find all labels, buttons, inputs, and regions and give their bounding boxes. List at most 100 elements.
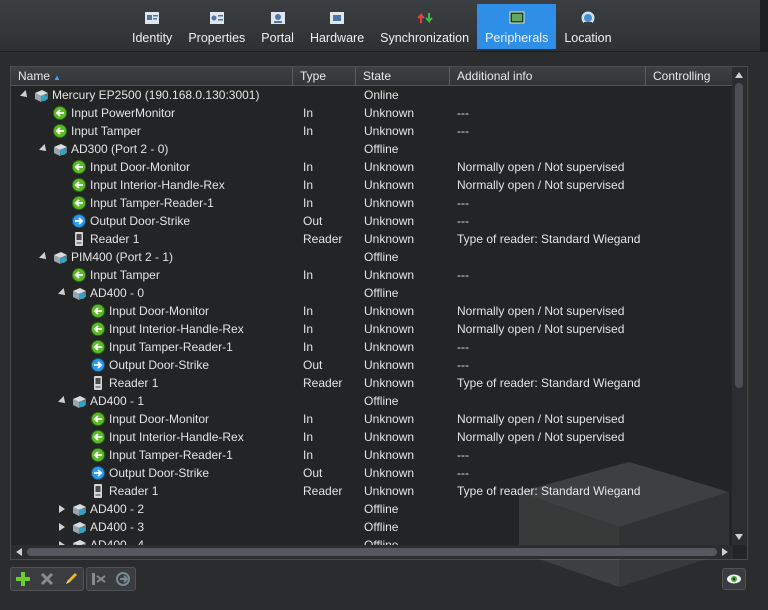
row-additional-info: ---: [457, 196, 469, 210]
row-type: Reader: [303, 232, 343, 246]
hardware-icon: [330, 12, 345, 24]
tree-row[interactable]: AD300 (Port 2 - 0) Offline: [11, 140, 733, 158]
tree-row[interactable]: AD400 - 0 Offline: [11, 284, 733, 302]
edit-button[interactable]: [60, 569, 82, 589]
tree-row[interactable]: AD400 - 1 Offline: [11, 392, 733, 410]
row-name: Input Tamper: [71, 124, 141, 138]
row-name: Reader 1: [109, 484, 159, 498]
tree-row[interactable]: PIM400 (Port 2 - 1) Offline: [11, 248, 733, 266]
delete-icon: [40, 572, 54, 586]
output-icon: [91, 358, 105, 372]
edit-button-group: [10, 567, 84, 591]
delete-button[interactable]: [36, 569, 58, 589]
tab-label: Portal: [261, 31, 294, 45]
tree-row[interactable]: Input Interior-Handle-Rex In Unknown Normal…: [11, 176, 733, 194]
column-name[interactable]: Name ▲: [11, 67, 293, 85]
tree-row[interactable]: Mercury EP2500 (190.168.0.130:3001) Onlin…: [11, 86, 733, 104]
input-icon: [91, 304, 105, 318]
tree-row[interactable]: Input Door-Monitor In Unknown Normally open…: [11, 410, 733, 428]
vertical-scrollbar[interactable]: [732, 67, 746, 545]
row-state: Unknown: [364, 196, 415, 210]
tree-row[interactable]: Input Door-Monitor In Unknown Normally open…: [11, 158, 733, 176]
input-icon: [91, 322, 105, 336]
column-type[interactable]: Type: [293, 67, 356, 85]
row-state: Unknown: [364, 214, 415, 228]
input-icon: [72, 178, 86, 192]
tree-row[interactable]: Reader 1 Reader Unknown Type of reader: Sta…: [11, 230, 733, 248]
tab-synchronization[interactable]: Synchronization: [372, 4, 477, 49]
tab-portal[interactable]: Portal: [253, 4, 302, 49]
horizontal-scroll-thumb[interactable]: [27, 548, 717, 556]
output-icon: [91, 466, 105, 480]
tree-row[interactable]: Input Tamper In Unknown ---: [11, 122, 733, 140]
row-state: Offline: [364, 250, 399, 264]
row-state: Offline: [364, 520, 399, 534]
row-name: Input Door-Monitor: [109, 304, 210, 318]
row-additional-info: ---: [457, 106, 469, 120]
collapse-arrow-icon[interactable]: [58, 288, 68, 298]
row-state: Unknown: [364, 412, 415, 426]
column-controlling[interactable]: Controlling: [646, 67, 733, 85]
row-type: In: [303, 178, 314, 192]
reader-icon: [94, 376, 102, 390]
tree-row[interactable]: Input Door-Monitor In Unknown Normally open…: [11, 302, 733, 320]
tree-row[interactable]: Input Tamper In Unknown ---: [11, 266, 733, 284]
action-button-group: [86, 567, 136, 591]
row-state: Unknown: [364, 232, 415, 246]
row-type: In: [303, 430, 314, 444]
horizontal-scrollbar[interactable]: [11, 545, 733, 559]
device-icon: [35, 90, 48, 102]
tab-peripherals[interactable]: Peripherals: [477, 4, 557, 49]
column-state[interactable]: State: [356, 67, 450, 85]
tabbar-edge: [760, 0, 768, 51]
row-additional-info: ---: [457, 466, 469, 480]
output-icon: [72, 214, 86, 228]
row-state: Unknown: [364, 160, 415, 174]
collapse-arrow-icon[interactable]: [39, 144, 49, 154]
scroll-down-icon[interactable]: [732, 531, 746, 543]
tab-location[interactable]: Location: [556, 4, 619, 49]
trigger-output-button[interactable]: [112, 569, 134, 589]
tab-hardware[interactable]: Hardware: [302, 4, 372, 49]
expand-arrow-icon[interactable]: [59, 523, 65, 531]
vertical-scroll-thumb[interactable]: [735, 83, 743, 388]
row-additional-info: ---: [457, 214, 469, 228]
tree-row[interactable]: Input Tamper-Reader-1 In Unknown ---: [11, 194, 733, 212]
row-name: Input Tamper: [90, 268, 160, 282]
view-button[interactable]: [722, 568, 746, 590]
add-button[interactable]: [12, 569, 34, 589]
input-icon: [72, 196, 86, 210]
tree-row[interactable]: Output Door-Strike Out Unknown ---: [11, 212, 733, 230]
row-name: Output Door-Strike: [90, 214, 191, 228]
row-additional-info: ---: [457, 124, 469, 138]
location-icon: [581, 11, 595, 25]
peripherals-icon: [509, 11, 525, 24]
row-state: Unknown: [364, 322, 415, 336]
tree-row[interactable]: Input PowerMonitor In Unknown ---: [11, 104, 733, 122]
tab-label: Peripherals: [485, 31, 549, 45]
scroll-left-icon[interactable]: [13, 545, 25, 559]
collapse-arrow-icon[interactable]: [20, 90, 30, 100]
column-controlling-label: Controlling: [653, 69, 711, 83]
input-icon: [91, 448, 105, 462]
row-name: Input Tamper-Reader-1: [109, 340, 233, 354]
scroll-up-icon[interactable]: [732, 69, 746, 81]
column-additional-info[interactable]: Additional info: [450, 67, 646, 85]
tree-row[interactable]: Input Interior-Handle-Rex In Unknown Normal…: [11, 428, 733, 446]
sort-ascending-icon: ▲: [53, 73, 61, 82]
tree-row[interactable]: Input Tamper-Reader-1 In Unknown ---: [11, 338, 733, 356]
expand-arrow-icon[interactable]: [59, 505, 65, 513]
tab-properties[interactable]: Properties: [180, 4, 253, 49]
collapse-arrow-icon[interactable]: [39, 252, 49, 262]
tree-row[interactable]: Output Door-Strike Out Unknown ---: [11, 356, 733, 374]
tab-identity[interactable]: Identity: [124, 4, 180, 49]
collapse-arrow-icon[interactable]: [58, 396, 68, 406]
identity-icon: [145, 12, 160, 24]
shunt-button[interactable]: [88, 569, 110, 589]
row-type: In: [303, 124, 314, 138]
tree-row[interactable]: Input Interior-Handle-Rex In Unknown Normal…: [11, 320, 733, 338]
device-icon: [73, 396, 86, 408]
scroll-right-icon[interactable]: [719, 545, 731, 559]
reader-icon: [75, 232, 83, 246]
tree-row[interactable]: Reader 1 Reader Unknown Type of reader: Sta…: [11, 374, 733, 392]
